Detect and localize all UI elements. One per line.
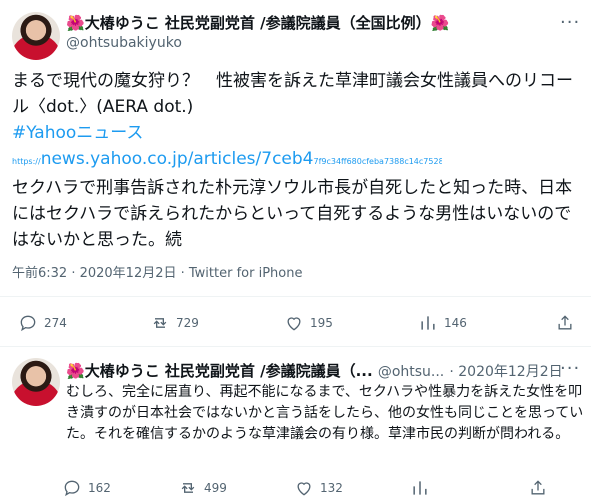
reply-text: むしろ、完全に居直り、再起不能になるまで、セクハラや性暴力を訴えた女性を叩き潰す…: [66, 384, 584, 442]
tweet-body: セクハラで刑事告訴された朴元淳ソウル市長が自死したと知った時、日本にはセクハラで…: [12, 178, 573, 250]
retweet-icon: [153, 318, 167, 328]
views-count: 146: [444, 316, 467, 330]
reply-author-handle[interactable]: @ohtsu...: [378, 364, 444, 380]
reply-reply-count: 162: [88, 481, 111, 495]
flower-emoji: 🌺: [66, 362, 85, 380]
author-name[interactable]: 🌺大椿ゆうこ 社民党副党首 /参議院議員（全国比例）🌺: [66, 12, 449, 33]
reply-like-button[interactable]: 132: [294, 478, 343, 498]
author-name-text: 大椿ゆうこ 社民党副党首 /参議院議員（全国比例）: [84, 14, 431, 32]
author-avatar[interactable]: [12, 12, 60, 60]
divider: [0, 296, 591, 297]
heart-icon: [297, 482, 311, 496]
reply-retweet-count: 499: [204, 481, 227, 495]
retweet-count: 729: [176, 316, 199, 330]
flower-emoji-left: 🌺: [66, 14, 85, 32]
retweet-icon: [181, 483, 195, 493]
article-link[interactable]: https://news.yahoo.co.jp/articles/7ceb47…: [12, 146, 442, 175]
url-main: news.yahoo.co.jp/articles/7ceb4: [40, 149, 314, 169]
flower-emoji-right: 🌺: [430, 14, 450, 32]
reply-header: 🌺大椿ゆうこ 社民党副党首 /参議院議員（... @ohtsu... · 202…: [66, 360, 566, 381]
reply-count: 274: [44, 316, 67, 330]
retweet-button[interactable]: 729: [150, 313, 199, 333]
reply-reply-button[interactable]: 162: [62, 478, 111, 498]
reply-button[interactable]: 274: [18, 313, 67, 333]
author-handle[interactable]: @ohtsubakiyuko: [66, 35, 182, 51]
share-button[interactable]: [555, 313, 575, 333]
analytics-icon: [421, 316, 435, 330]
analytics-icon: [413, 481, 427, 495]
tweet-text: まるで現代の魔女狩り？ 性被害を訴えた草津町議会女性議員へのリコール〈dot.〉…: [12, 68, 580, 253]
tweet-timestamp[interactable]: 午前6:32 · 2020年12月2日 · Twitter for iPhone: [12, 262, 302, 281]
like-button[interactable]: 195: [284, 313, 333, 333]
reply-more-options-icon[interactable]: ···: [560, 358, 580, 379]
reply-icon: [64, 480, 80, 497]
share-icon: [558, 315, 572, 330]
tweet-line-article: まるで現代の魔女狩り？ 性被害を訴えた草津町議会女性議員へのリコール〈dot.〉…: [12, 71, 573, 117]
more-options-icon[interactable]: ···: [560, 12, 580, 33]
reply-date[interactable]: · 2020年12月2日: [449, 364, 562, 380]
reply-share-button[interactable]: [528, 478, 548, 498]
share-icon: [531, 480, 545, 495]
reply-retweet-button[interactable]: 499: [178, 478, 227, 498]
heart-icon: [287, 317, 301, 331]
views-button[interactable]: 146: [418, 313, 467, 333]
reply-author-name[interactable]: 🌺大椿ゆうこ 社民党副党首 /参議院議員（...: [66, 362, 373, 380]
url-rest: 7f9c34ff680cfeba7388c14c7528db6680d…: [313, 157, 442, 166]
url-prefix: https://: [12, 157, 41, 166]
reply-like-count: 132: [320, 481, 343, 495]
like-count: 195: [310, 316, 333, 330]
reply-icon: [20, 315, 36, 332]
divider: [0, 346, 591, 347]
hashtag-link[interactable]: #Yahooニュース: [12, 120, 580, 146]
reply-author-avatar[interactable]: [12, 358, 60, 406]
reply-views-button[interactable]: [410, 478, 436, 498]
